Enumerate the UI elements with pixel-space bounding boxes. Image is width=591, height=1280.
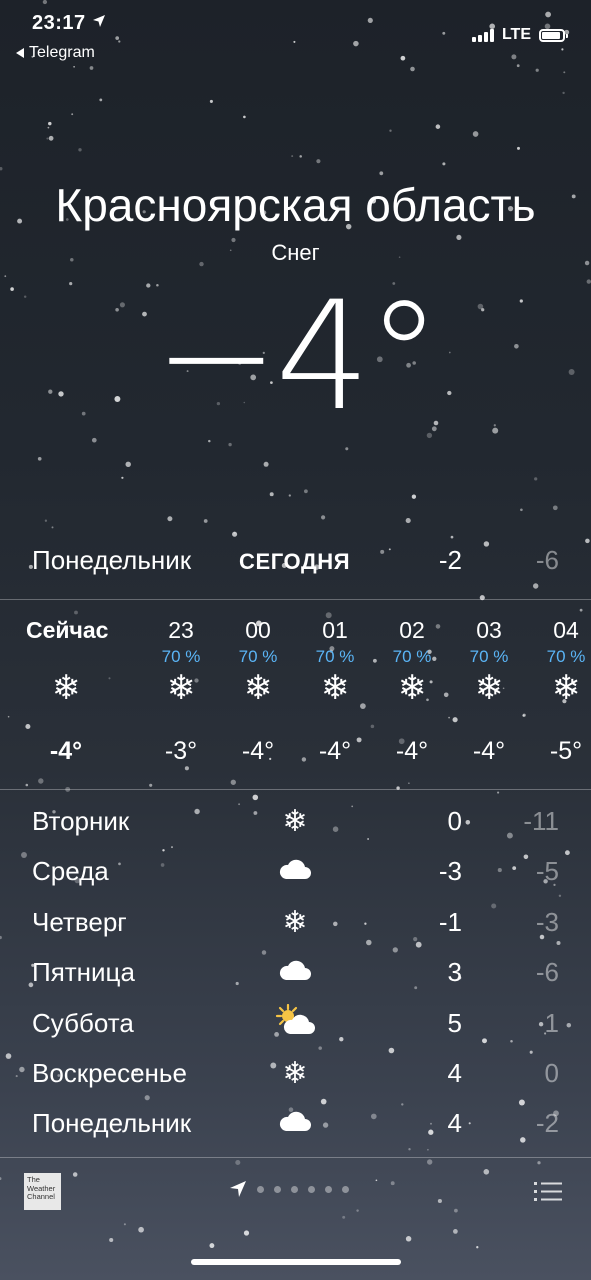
today-day: Понедельник	[32, 545, 192, 575]
back-to-app-button[interactable]: Telegram	[16, 44, 95, 62]
snowflake-icon: ❄	[282, 804, 308, 839]
page-dot[interactable]	[257, 1185, 264, 1193]
snowflake-icon: ❄	[51, 668, 81, 708]
location-arrow-icon	[230, 1181, 246, 1197]
page-dot[interactable]	[342, 1185, 349, 1193]
snowflake-icon: ❄	[474, 668, 504, 708]
hourly-precip: 70 %	[161, 647, 201, 666]
hourly-time: 04	[553, 617, 579, 643]
daily-day: Понедельник	[32, 1108, 192, 1139]
daily-row: Пятница 3 -6	[32, 957, 559, 1007]
page-dot[interactable]	[274, 1185, 281, 1193]
hourly-precip: 70 %	[546, 647, 586, 666]
hourly-time: Сейчас	[26, 617, 109, 643]
hourly-temp: -5°	[549, 737, 583, 765]
snowflake-icon: ❄	[397, 668, 427, 708]
snowflake-icon: ❄	[282, 1055, 308, 1091]
snowflake-icon: ❄	[166, 668, 196, 708]
daily-high: 4	[447, 1057, 462, 1088]
hourly-time: 00	[245, 617, 271, 643]
hourly-forecast[interactable]: Сейчас ❄ -4° 23 70 % ❄ -3° 00 70 % ❄ -4° 01 70 % ❄ -4°…	[0, 600, 591, 789]
daily-day: Суббота	[32, 1007, 134, 1038]
location-arrow-icon	[92, 15, 105, 27]
daily-low: -6	[535, 957, 559, 988]
city-name: Красноярская область	[55, 179, 536, 231]
daily-row: Понедельник 4 -2	[32, 1108, 559, 1158]
current-temperature: −4°	[153, 270, 441, 444]
city-list-icon[interactable]	[534, 1181, 562, 1203]
weather-condition: Снег	[271, 240, 320, 265]
daily-day: Пятница	[32, 957, 135, 988]
daily-low: -11	[523, 806, 559, 836]
network-label: LTE	[501, 26, 531, 43]
hourly-temp: -4°	[241, 737, 275, 765]
page-dot[interactable]	[308, 1185, 315, 1193]
divider-bottom	[0, 1157, 591, 1158]
daily-high: 0	[447, 806, 462, 836]
today-tag: СЕГОДНЯ	[239, 549, 351, 574]
cloud-icon	[272, 1104, 318, 1144]
status-time: 23:17	[32, 12, 106, 35]
page-dot[interactable]	[291, 1185, 298, 1193]
cloud-icon	[272, 852, 318, 892]
hourly-temp: -3°	[164, 737, 198, 765]
daily-low: -3	[535, 906, 559, 937]
daily-low: -5	[535, 856, 559, 887]
hourly-temp: -4°	[472, 737, 506, 765]
snowflake-icon: ❄	[320, 668, 350, 708]
hourly-time: 02	[399, 617, 425, 643]
daily-row: Четверг ❄ -1 -3	[32, 905, 559, 957]
today-high: -2	[438, 545, 462, 575]
back-arrow-icon	[16, 48, 24, 58]
daily-row: Суббота 5 1	[32, 1003, 559, 1058]
hourly-time: 23	[168, 617, 194, 643]
daily-day: Вторник	[32, 806, 130, 836]
today-row: Понедельник СЕГОДНЯ -2 -6	[32, 545, 559, 581]
hourly-precip: 70 %	[392, 647, 432, 666]
daily-high: -3	[438, 856, 462, 887]
daily-day: Среда	[32, 856, 109, 887]
snowflake-icon: ❄	[243, 668, 273, 708]
page-dot[interactable]	[325, 1185, 332, 1193]
daily-forecast: Вторник ❄ 0 -11 Среда -3 -5 Четверг ❄ -1 -3 Пятница…	[32, 804, 559, 1159]
daily-row: Вторник ❄ 0 -11	[32, 804, 559, 856]
daily-day: Четверг	[32, 906, 127, 937]
weather-channel-logo-text: The Weather Channel	[27, 1175, 56, 1201]
signal-icon	[471, 28, 494, 42]
daily-high: -1	[438, 906, 462, 937]
daily-day: Воскресенье	[32, 1057, 187, 1088]
hourly-precip: 70 %	[238, 647, 278, 666]
daily-row: Среда -3 -5	[32, 856, 559, 906]
status-indicators: LTE	[471, 26, 568, 44]
snowflake-icon: ❄	[282, 904, 308, 940]
home-indicator[interactable]	[191, 1259, 401, 1265]
battery-icon	[539, 28, 568, 42]
daily-high: 3	[447, 957, 462, 988]
daily-low: 1	[544, 1007, 559, 1038]
hourly-precip: 70 %	[315, 647, 355, 666]
snowflake-icon: ❄	[551, 668, 581, 708]
hourly-precip: 70 %	[469, 647, 509, 666]
hourly-temp: -4°	[395, 737, 429, 765]
hourly-time: 01	[322, 617, 348, 643]
today-low: -6	[535, 545, 559, 575]
hourly-temp: -4°	[318, 737, 352, 765]
back-app-label: Telegram	[29, 44, 95, 61]
daily-row: Воскресенье ❄ 4 0	[32, 1056, 559, 1108]
daily-low: -2	[535, 1108, 559, 1139]
daily-low: 0	[544, 1057, 559, 1088]
hourly-temp: -4°	[49, 737, 83, 765]
partly-sunny-icon	[272, 1003, 318, 1044]
page-indicator[interactable]	[229, 1180, 349, 1198]
divider-middle	[0, 789, 591, 790]
daily-high: 5	[447, 1007, 462, 1038]
hourly-time: 03	[476, 617, 502, 643]
daily-high: 4	[447, 1108, 462, 1139]
cloud-icon	[272, 953, 318, 993]
weather-channel-logo[interactable]: The Weather Channel	[24, 1173, 61, 1210]
